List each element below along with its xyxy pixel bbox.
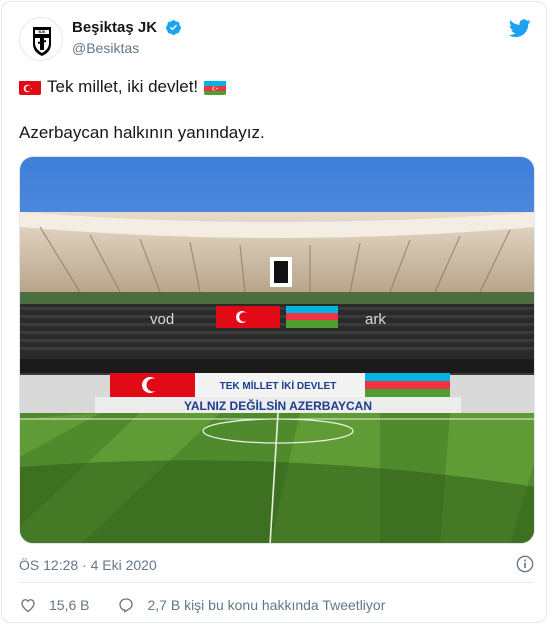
heart-icon [21, 599, 35, 613]
azerbaijan-flag-icon [204, 80, 227, 95]
account-name-block[interactable]: Beşiktaş JK @Besiktas [72, 19, 182, 56]
conversation-text: 2,7 B kişi bu konu hakkında Tweetliyor [147, 597, 386, 613]
tweet-header: BJK Beşiktaş JK @Besiktas [19, 17, 531, 65]
banner-top-text: TEK MİLLET İKİ DEVLET [220, 379, 337, 392]
tweet-text: Tek millet, iki devlet! Azerbaycan halkı… [19, 76, 531, 144]
speech-bubble-icon [119, 598, 134, 613]
tweet-text-line1: Tek millet, iki devlet! [47, 77, 199, 96]
tweet-timestamp[interactable]: ÖS 12:28 · 4 Eki 2020 [19, 557, 157, 573]
banner-bottom-text: YALNIZ DEĞİLSİN AZERBAYCAN [184, 398, 372, 413]
tweet-line-2: Azerbaycan halkının yanındayız. [19, 123, 265, 142]
tweet-photo[interactable]: vod ark TEK MİLLET İKİ DEVLET YALNIZ DEĞ… [19, 156, 535, 544]
handle[interactable]: @Besiktas [72, 40, 182, 56]
tweet-line-1: Tek millet, iki devlet! [19, 76, 531, 98]
conversation-button[interactable]: 2,7 B kişi bu konu hakkında Tweetliyor [117, 596, 385, 614]
tweet-card: BJK Beşiktaş JK @Besiktas Tek millet, ik… [1, 1, 547, 623]
svg-text:BJK: BJK [38, 30, 45, 34]
stand-text-left: vod [150, 311, 174, 328]
like-count: 15,6 B [49, 597, 90, 613]
turkey-flag-icon [19, 80, 41, 95]
verified-badge-icon [165, 20, 181, 36]
avatar[interactable]: BJK [19, 17, 63, 61]
stadium-photo: vod ark TEK MİLLET İKİ DEVLET YALNIZ DEĞ… [20, 157, 534, 543]
twitter-bird-icon[interactable] [509, 19, 531, 38]
divider [19, 582, 534, 583]
tweet-actions: 15,6 B 2,7 B kişi bu konu hakkında Tweet… [19, 594, 385, 616]
info-icon[interactable] [516, 555, 534, 573]
stand-text-right: ark [365, 311, 386, 328]
like-button[interactable]: 15,6 B [19, 596, 89, 614]
display-name[interactable]: Beşiktaş JK [72, 19, 157, 36]
